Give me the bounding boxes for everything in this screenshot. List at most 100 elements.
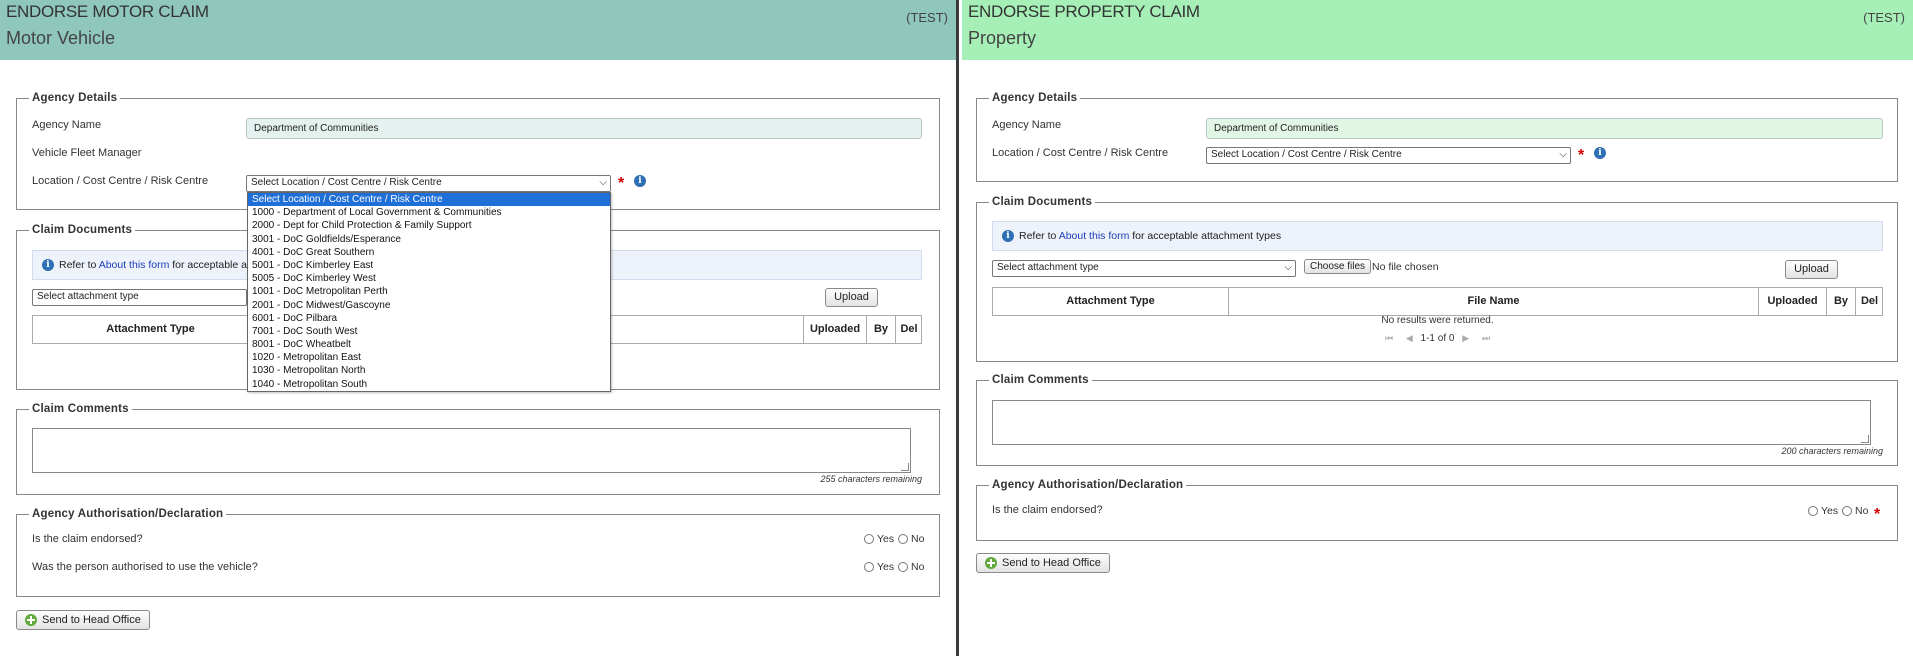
property-choose-files-button[interactable]: Choose files [1304, 259, 1372, 274]
motor-claim-panel: ENDORSE MOTOR CLAIM Motor Vehicle (TEST)… [0, 0, 959, 656]
motor-location-option[interactable]: 5001 - DoC Kimberley East [248, 259, 610, 272]
motor-page-subtitle: Motor Vehicle [6, 28, 116, 48]
motor-col-attachment-type[interactable]: Attachment Type [33, 316, 269, 343]
resize-grip-icon[interactable] [901, 463, 909, 471]
last-page-icon[interactable]: ⏭ [1482, 333, 1490, 344]
motor-col-by[interactable]: By [867, 316, 896, 343]
plus-icon [985, 557, 997, 569]
resize-grip-icon[interactable] [1861, 435, 1869, 443]
motor-authorisation-legend: Agency Authorisation/Declaration [32, 508, 224, 520]
motor-claim-documents-legend: Claim Documents [32, 224, 133, 236]
motor-location-option[interactable]: 2001 - DoC Midwest/Gascoyne [248, 299, 610, 312]
property-endorsed-no-label: No [1855, 505, 1869, 517]
motor-send-head-office-button[interactable]: Send to Head Office [16, 610, 150, 630]
motor-authorised-yes-radio[interactable] [864, 562, 874, 572]
property-info-suffix: for acceptable attachment types [1132, 230, 1282, 242]
required-asterisk-icon: * [1874, 506, 1881, 523]
property-col-by[interactable]: By [1827, 288, 1856, 315]
property-comments-textarea[interactable] [992, 400, 1871, 445]
next-page-icon[interactable]: ▶ [1462, 333, 1469, 344]
motor-location-label: Location / Cost Centre / Risk Centre [32, 175, 209, 187]
property-col-attachment-type[interactable]: Attachment Type [993, 288, 1229, 315]
motor-chars-remaining: 255 characters remaining [820, 474, 922, 484]
motor-endorsed-no-radio[interactable] [898, 534, 908, 544]
property-no-file-text: No file chosen [1372, 261, 1439, 273]
info-icon[interactable]: i [634, 175, 646, 187]
property-location-select[interactable]: Select Location / Cost Centre / Risk Cen… [1206, 147, 1571, 164]
motor-location-dropdown-list: Select Location / Cost Centre / Risk Cen… [247, 192, 611, 392]
property-info-prefix: Refer to [1019, 230, 1057, 242]
property-attachments-table: Attachment Type File Name Uploaded By De… [992, 287, 1883, 316]
motor-agency-name-label: Agency Name [32, 119, 102, 131]
property-location-label: Location / Cost Centre / Risk Centre [992, 147, 1169, 159]
property-send-label: Send to Head Office [1002, 557, 1101, 569]
motor-fleet-manager-label: Vehicle Fleet Manager [32, 147, 142, 159]
motor-location-option[interactable]: Select Location / Cost Centre / Risk Cen… [248, 193, 610, 207]
motor-location-option[interactable]: 7001 - DoC South West [248, 325, 610, 338]
property-endorsed-yes-label: Yes [1821, 505, 1839, 517]
motor-about-form-link[interactable]: About this form [99, 259, 170, 271]
plus-icon [25, 614, 37, 626]
first-page-icon[interactable]: ⏮ [1385, 333, 1393, 344]
property-page-subtitle: Property [968, 28, 1037, 48]
property-upload-button[interactable]: Upload [1785, 260, 1838, 279]
motor-location-option[interactable]: 5005 - DoC Kimberley West [248, 272, 610, 285]
motor-location-option[interactable]: 1040 - Metropolitan South [248, 378, 610, 391]
motor-location-option[interactable]: 1030 - Metropolitan North [248, 364, 610, 377]
required-asterisk-icon: * [618, 175, 625, 192]
property-col-uploaded[interactable]: Uploaded [1759, 288, 1827, 315]
motor-agency-name-field[interactable]: Department of Communities [246, 118, 922, 139]
motor-upload-button[interactable]: Upload [825, 288, 878, 307]
property-agency-name-label: Agency Name [992, 119, 1062, 131]
motor-location-option[interactable]: 2000 - Dept for Child Protection & Famil… [248, 219, 610, 232]
motor-authorised-no-label: No [911, 561, 925, 573]
motor-header: ENDORSE MOTOR CLAIM Motor Vehicle (TEST) [0, 0, 956, 60]
motor-claim-comments-legend: Claim Comments [32, 403, 129, 415]
motor-comments-textarea[interactable] [32, 428, 911, 473]
property-send-head-office-button[interactable]: Send to Head Office [976, 553, 1110, 573]
property-claim-comments-legend: Claim Comments [992, 374, 1089, 386]
property-endorsed-yes-radio[interactable] [1808, 506, 1818, 516]
property-info-box: i Refer to About this form for acceptabl… [992, 221, 1883, 251]
property-authorisation-legend: Agency Authorisation/Declaration [992, 479, 1184, 491]
motor-col-uploaded[interactable]: Uploaded [803, 316, 867, 343]
property-claim-documents-legend: Claim Documents [992, 196, 1093, 208]
prev-page-icon[interactable]: ◀ [1406, 333, 1413, 344]
property-col-del[interactable]: Del [1856, 288, 1883, 315]
property-chars-remaining: 200 characters remaining [1781, 446, 1883, 456]
motor-authorised-no-radio[interactable] [898, 562, 908, 572]
property-attachment-type-select[interactable]: Select attachment type ⌵ [992, 260, 1296, 277]
motor-location-option[interactable]: 1020 - Metropolitan East [248, 351, 610, 364]
motor-endorsed-yes-radio[interactable] [864, 534, 874, 544]
property-no-results: No results were returned. [1381, 315, 1494, 326]
motor-endorsed-yes-label: Yes [877, 533, 895, 545]
motor-env-tag: (TEST) [906, 10, 948, 25]
property-agency-name-field[interactable]: Department of Communities [1206, 118, 1883, 139]
motor-info-prefix: Refer to [59, 259, 97, 271]
motor-location-option[interactable]: 8001 - DoC Wheatbelt [248, 338, 610, 351]
property-endorsed-no-radio[interactable] [1842, 506, 1852, 516]
property-env-tag: (TEST) [1863, 10, 1905, 25]
motor-endorsed-no-label: No [911, 533, 925, 545]
motor-page-title: ENDORSE MOTOR CLAIM [6, 2, 209, 21]
property-page-title: ENDORSE PROPERTY CLAIM [968, 2, 1200, 21]
info-icon: i [42, 259, 54, 271]
motor-location-option[interactable]: 1001 - DoC Metropolitan Perth [248, 285, 610, 298]
motor-agency-details-legend: Agency Details [32, 92, 118, 104]
property-authorisation: Agency Authorisation/Declaration [976, 479, 1898, 541]
property-attachment-type-value: Select attachment type [997, 262, 1099, 273]
motor-location-option[interactable]: 4001 - DoC Great Southern [248, 246, 610, 259]
motor-q-endorsed: Is the claim endorsed? [32, 533, 143, 545]
motor-location-option[interactable]: 1000 - Department of Local Government & … [248, 206, 610, 219]
motor-location-select[interactable]: Select Location / Cost Centre / Risk Cen… [246, 175, 611, 192]
property-about-form-link[interactable]: About this form [1059, 230, 1130, 242]
info-icon: i [1002, 230, 1014, 242]
motor-location-option[interactable]: 3001 - DoC Goldfields/Esperance [248, 233, 610, 246]
property-pager-text: 1-1 of 0 [1420, 333, 1455, 344]
motor-location-option[interactable]: 6001 - DoC Pilbara [248, 312, 610, 325]
motor-col-del[interactable]: Del [896, 316, 922, 343]
property-agency-details-legend: Agency Details [992, 92, 1078, 104]
info-icon[interactable]: i [1594, 147, 1606, 159]
motor-attachment-type-select[interactable]: Select attachment type [32, 289, 247, 306]
property-col-file-name[interactable]: File Name [1229, 288, 1759, 315]
